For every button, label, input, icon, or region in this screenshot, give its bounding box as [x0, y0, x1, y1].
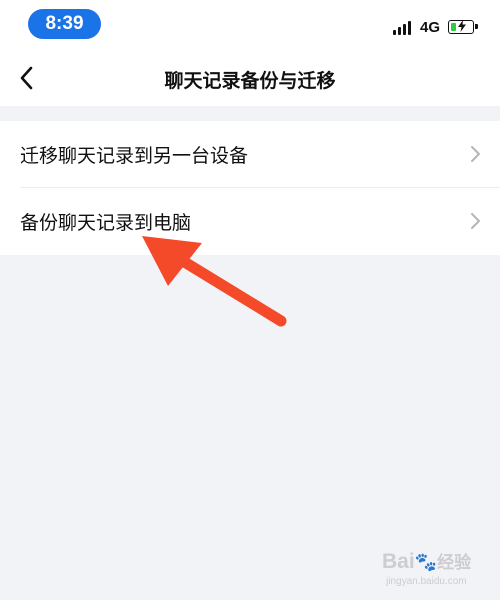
- status-time: 8:39: [28, 9, 101, 39]
- watermark-url: jingyan.baidu.com: [386, 576, 467, 587]
- battery-icon: [448, 20, 478, 34]
- migrate-to-device-item[interactable]: 迁移聊天记录到另一台设备: [0, 121, 500, 188]
- chevron-right-icon: [471, 213, 480, 229]
- chevron-right-icon: [471, 146, 480, 162]
- watermark-logo: Bai🐾经验: [382, 550, 472, 573]
- page-title: 聊天记录备份与迁移: [164, 70, 336, 92]
- watermark: Bai🐾经验 jingyan.baidu.com: [382, 544, 492, 594]
- status-bar: 8:39 4G: [0, 0, 500, 50]
- menu-item-label: 备份聊天记录到电脑: [20, 212, 192, 234]
- charging-bolt-icon: [458, 20, 466, 32]
- settings-menu: 迁移聊天记录到另一台设备 备份聊天记录到电脑: [0, 121, 500, 255]
- nav-bar: 聊天记录备份与迁移: [0, 50, 500, 106]
- menu-item-label: 迁移聊天记录到另一台设备: [20, 145, 249, 167]
- backup-to-computer-item[interactable]: 备份聊天记录到电脑: [0, 188, 500, 255]
- network-label: 4G: [420, 19, 441, 36]
- signal-icon: [393, 21, 415, 35]
